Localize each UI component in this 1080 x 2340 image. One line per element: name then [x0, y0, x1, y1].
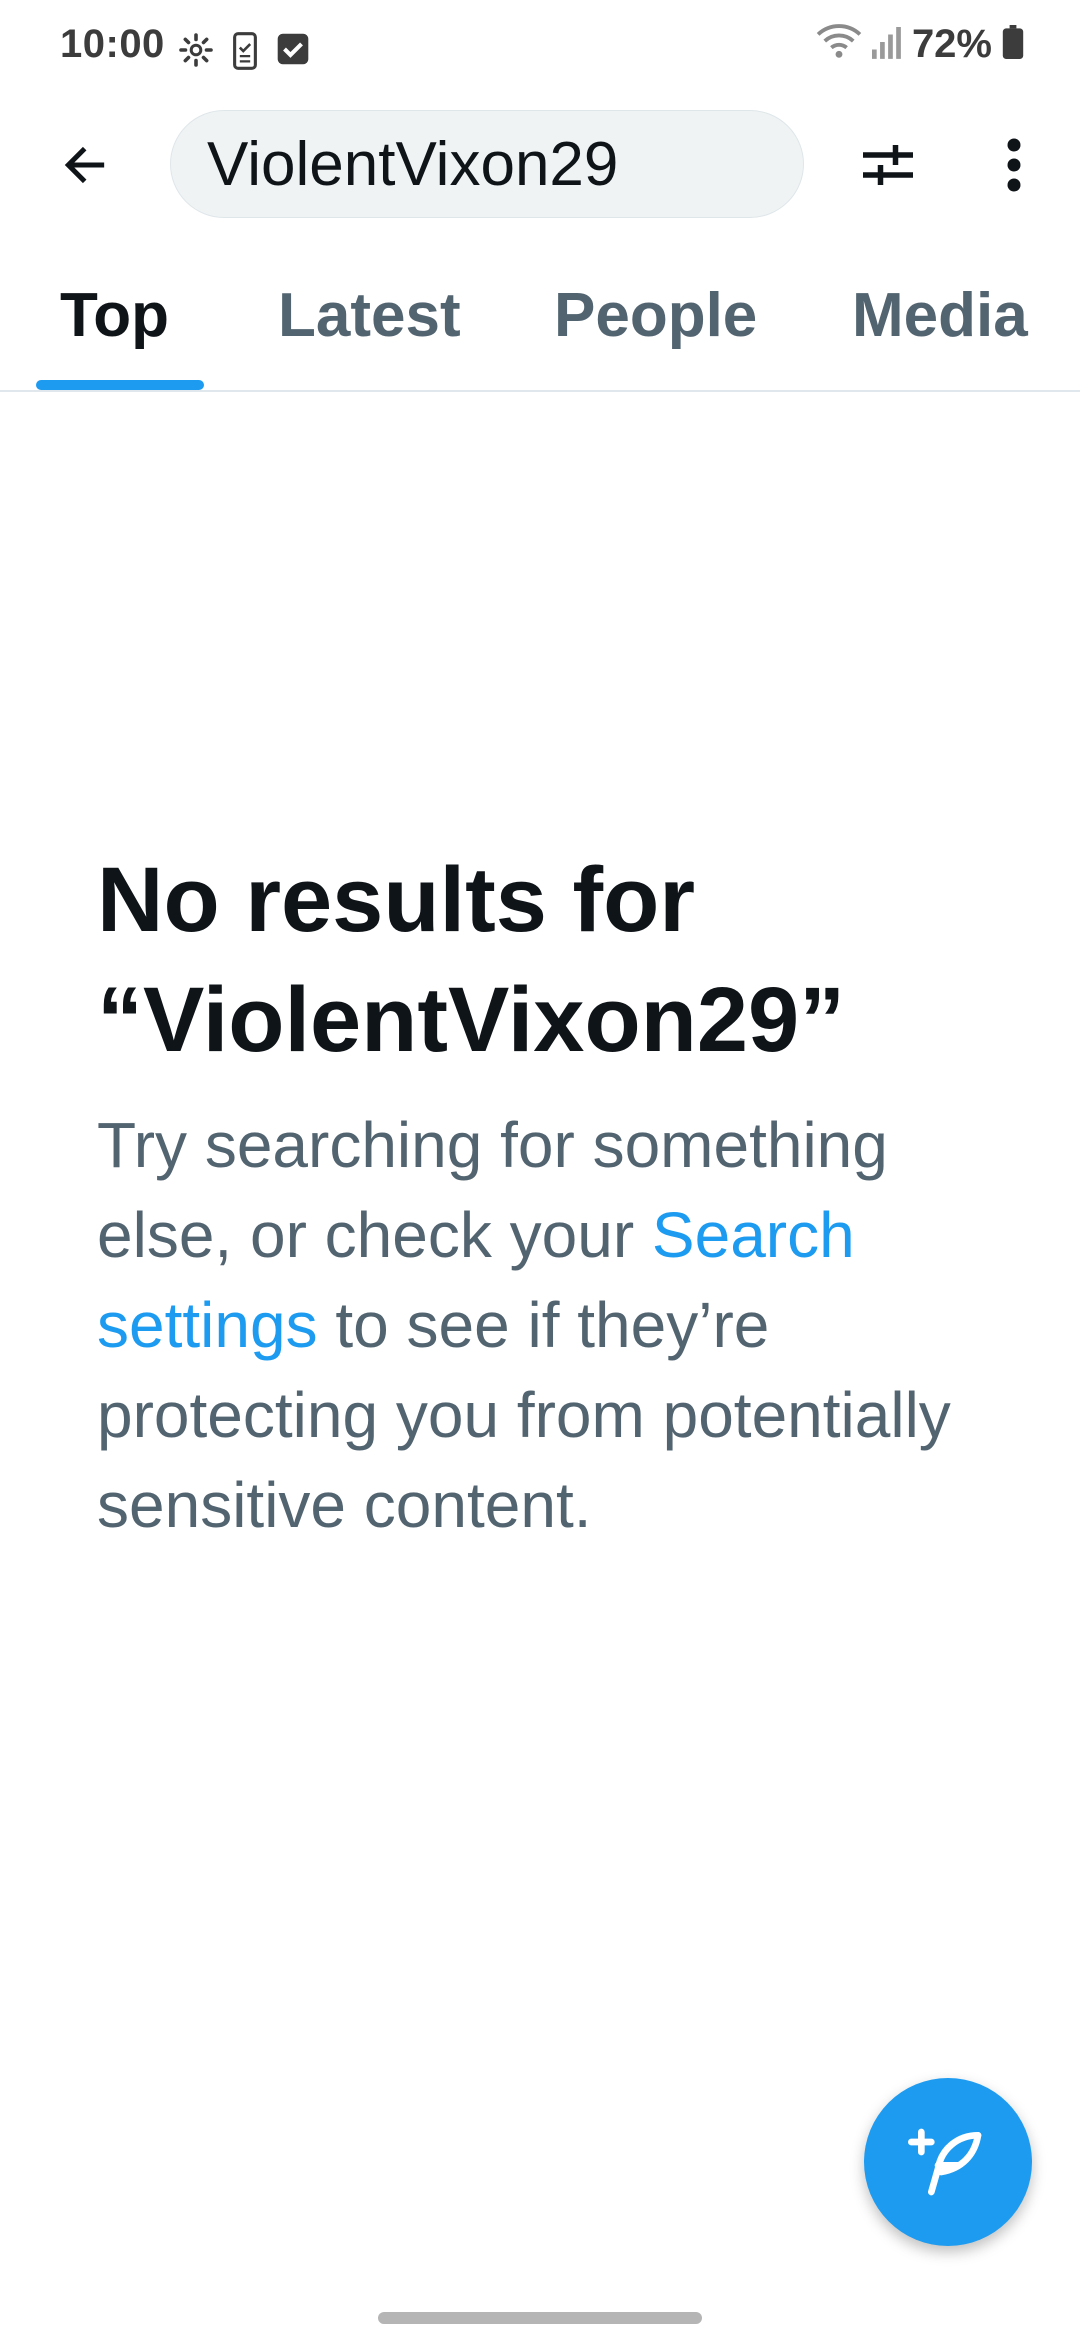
empty-state-title: No results for “ViolentVixon29” [97, 840, 997, 1080]
compose-feather-icon [908, 2128, 982, 2196]
active-tab-indicator [36, 380, 204, 390]
battery-percentage: 72% [911, 22, 992, 66]
status-right: 72% [816, 22, 1024, 67]
sliders-icon [863, 145, 913, 185]
more-vertical-icon [1007, 138, 1021, 192]
battery-icon [1002, 25, 1024, 64]
phone-clipboard-icon [232, 32, 258, 75]
search-tabs: Top Latest People Media [0, 250, 1080, 392]
wifi-icon [816, 23, 862, 66]
search-query-text: ViolentVixon29 [207, 129, 619, 199]
arrow-left-icon [64, 146, 105, 184]
signal-icon [871, 25, 902, 64]
tab-latest[interactable]: Latest [278, 280, 461, 351]
back-button[interactable] [40, 127, 130, 203]
tab-media[interactable]: Media [852, 280, 1028, 351]
search-filter-button[interactable] [846, 127, 930, 203]
search-input[interactable]: ViolentVixon29 [170, 110, 804, 218]
empty-state-message: Try searching for something else, or che… [97, 1100, 997, 1550]
status-bar: 10:00 72% [0, 0, 1080, 100]
tab-top[interactable]: Top [60, 280, 169, 351]
tab-people[interactable]: People [554, 280, 757, 351]
status-time: 10:00 [60, 22, 165, 66]
empty-title-line2: “ViolentVixon29” [97, 969, 846, 1071]
checkbox-icon [276, 32, 310, 71]
app-bar: ViolentVixon29 [0, 100, 1080, 230]
home-gesture-bar[interactable] [378, 2312, 702, 2324]
empty-title-line1: No results for [97, 849, 696, 951]
settings-icon [178, 32, 214, 73]
empty-state: No results for “ViolentVixon29” Try sear… [97, 840, 997, 1550]
compose-post-button[interactable] [864, 2078, 1032, 2246]
more-options-button[interactable] [984, 127, 1044, 203]
